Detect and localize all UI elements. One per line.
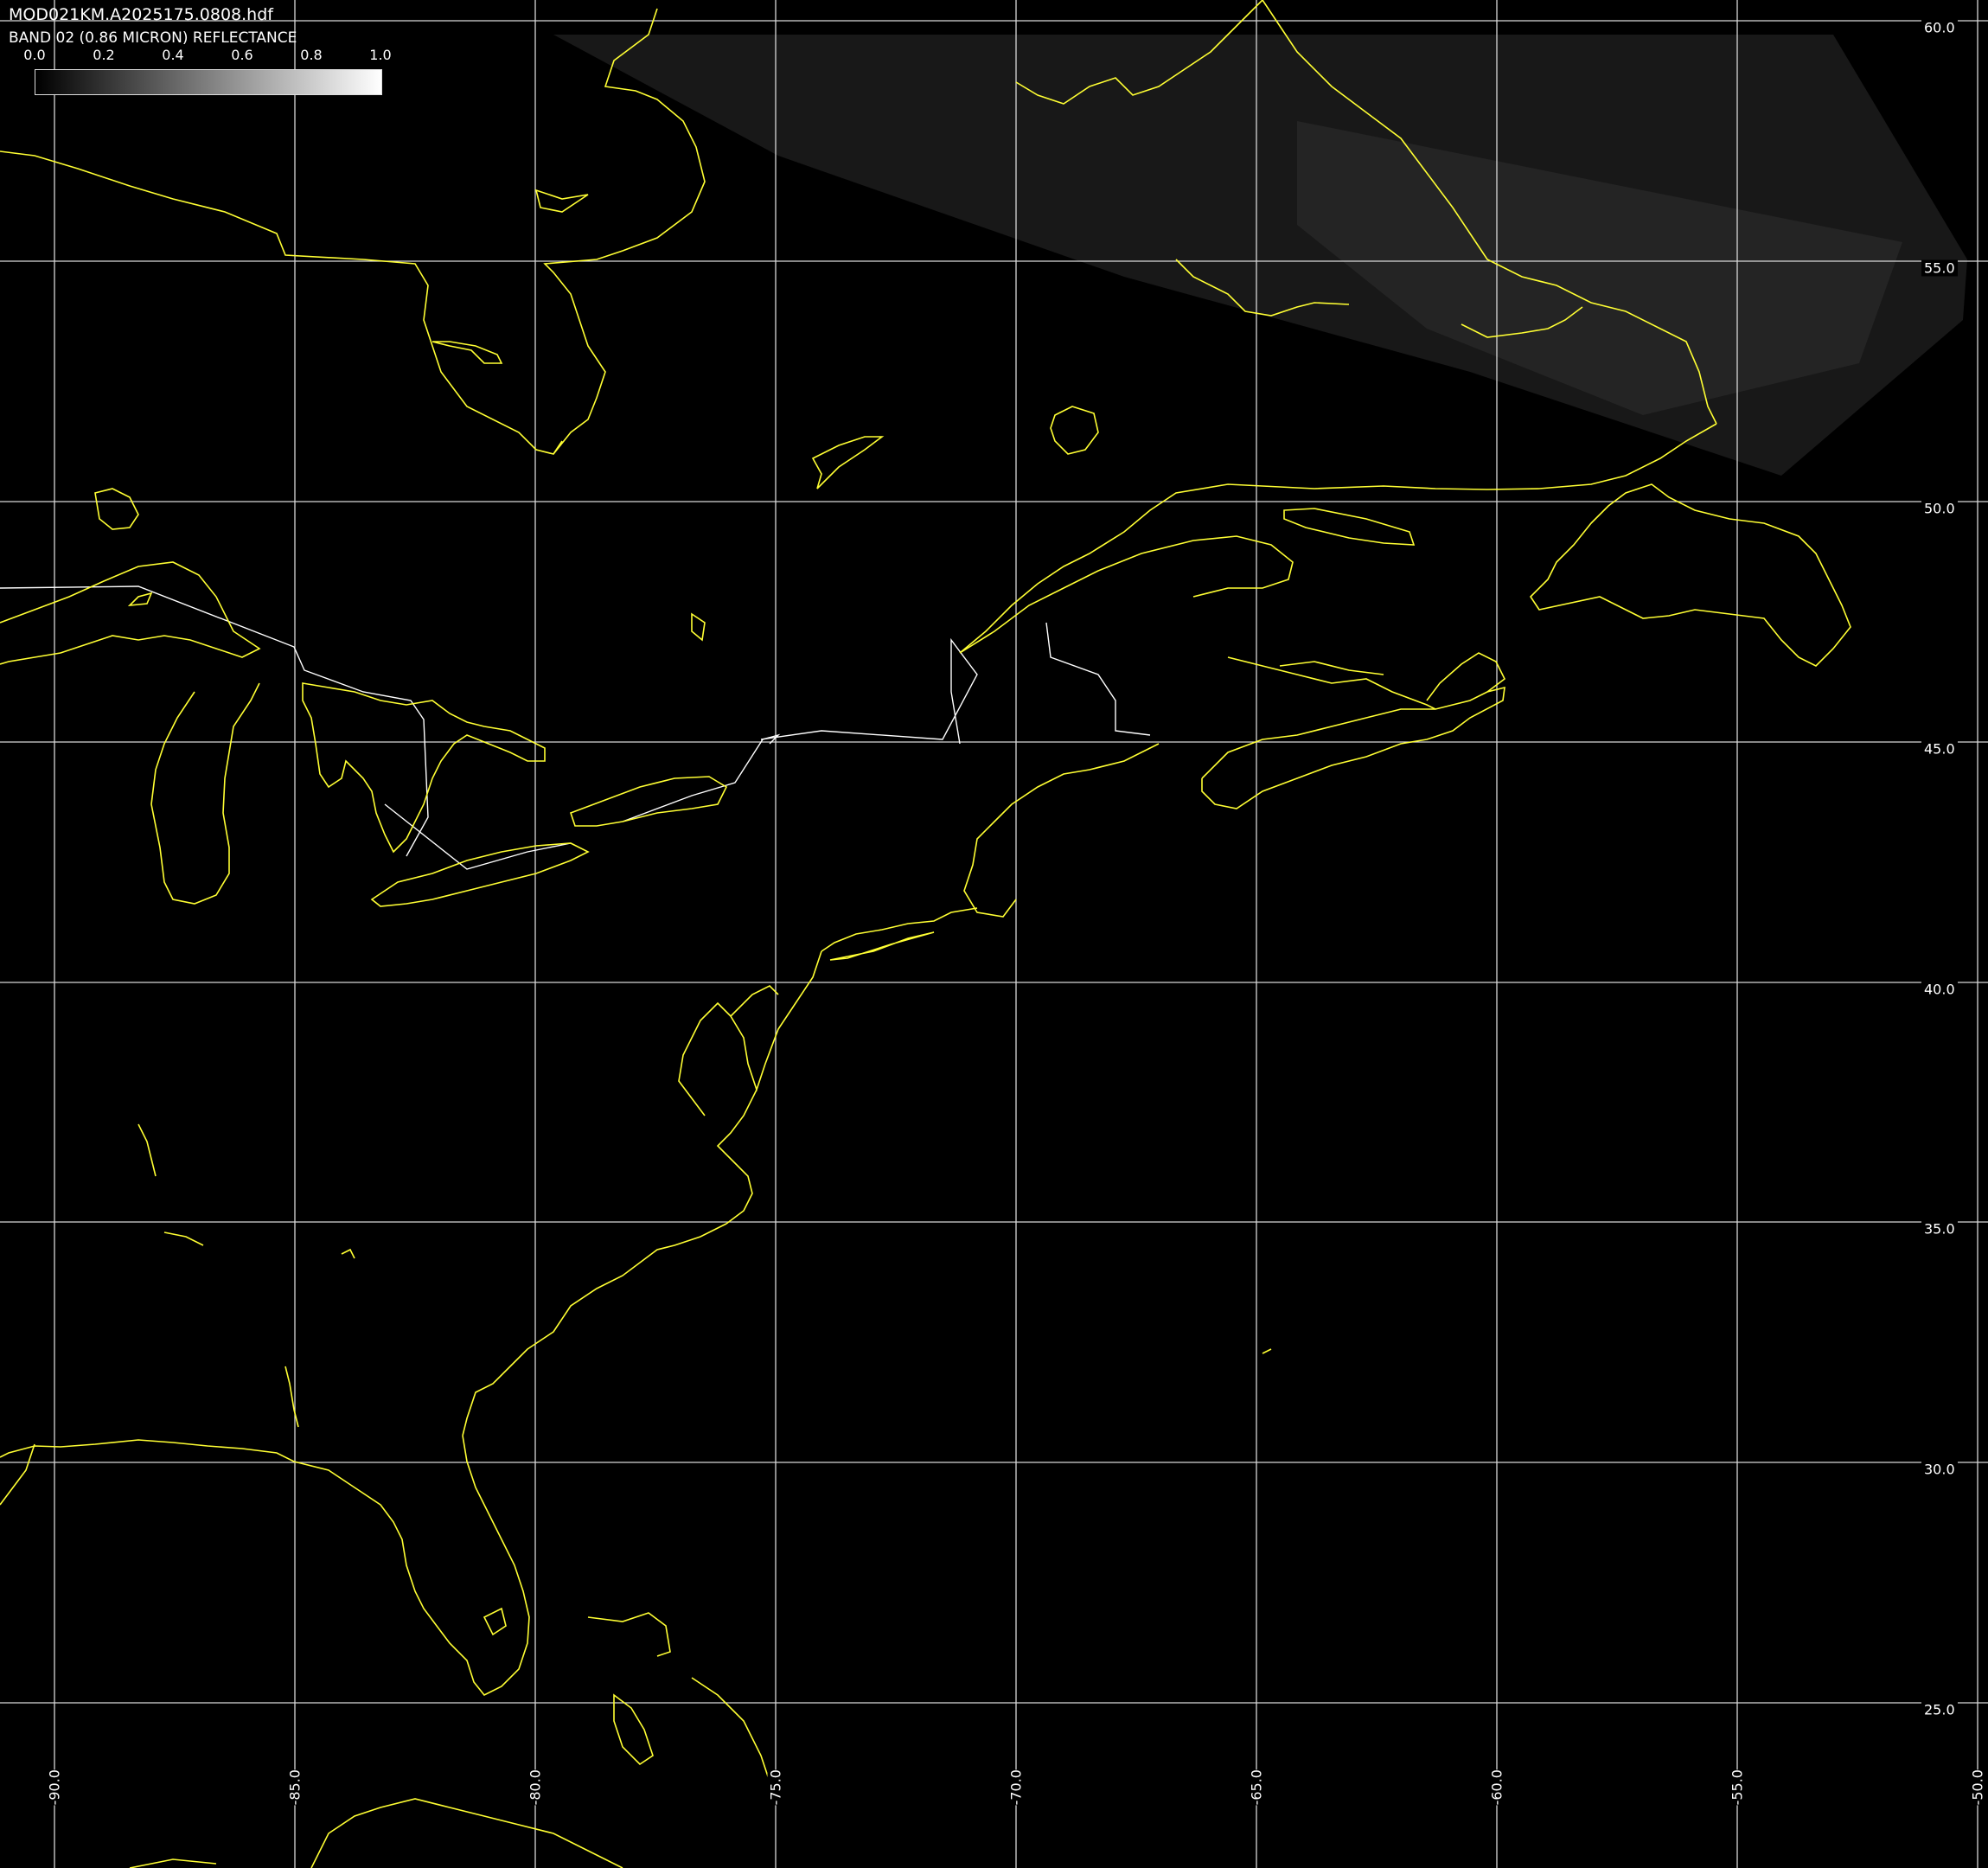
band-label: BAND 02 (0.86 MICRON) REFLECTANCE [9, 29, 297, 47]
longitude-label: -55.0 [1729, 1769, 1746, 1806]
longitude-label: -75.0 [767, 1769, 784, 1806]
longitude-label: -80.0 [527, 1769, 544, 1806]
latitude-label: 40.0 [1921, 981, 1958, 998]
colorbar-tick-label: 0.0 [23, 47, 46, 63]
latitude-label: 55.0 [1921, 259, 1958, 277]
longitude-label: -50.0 [1969, 1769, 1986, 1806]
latitude-label: 60.0 [1921, 19, 1958, 36]
colorbar [35, 69, 382, 95]
file-title: MOD021KM.A2025175.0808.hdf [9, 5, 273, 24]
latitude-label: 25.0 [1921, 1701, 1958, 1718]
colorbar-tick-label: 0.2 [93, 47, 115, 63]
map-canvas[interactable] [0, 0, 1988, 1868]
longitude-label: -85.0 [286, 1769, 304, 1806]
colorbar-tick-label: 0.8 [300, 47, 323, 63]
colorbar-tick-label: 0.6 [231, 47, 253, 63]
latitude-label: 45.0 [1921, 740, 1958, 758]
colorbar-tick-label: 1.0 [369, 47, 392, 63]
latitude-label: 30.0 [1921, 1461, 1958, 1478]
latitude-label: 50.0 [1921, 500, 1958, 517]
longitude-label: -70.0 [1007, 1769, 1025, 1806]
longitude-label: -65.0 [1248, 1769, 1265, 1806]
colorbar-tick-label: 0.4 [162, 47, 184, 63]
longitude-label: -90.0 [46, 1769, 63, 1806]
longitude-label: -60.0 [1488, 1769, 1505, 1806]
latitude-label: 35.0 [1921, 1220, 1958, 1238]
